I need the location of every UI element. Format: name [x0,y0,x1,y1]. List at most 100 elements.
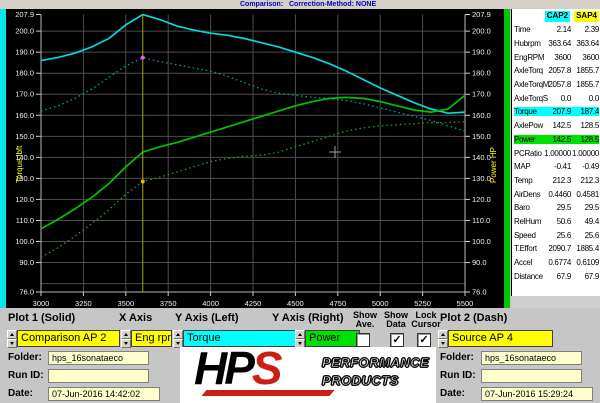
xtick-label: 4750 [329,299,346,308]
spin-up-icon[interactable] [121,330,131,339]
ytick-label: 207.9 [15,10,34,19]
comparison-label: Comparison: [240,1,284,8]
xtick-label: 3250 [75,299,92,308]
ytick-label: 140.0 [472,153,491,162]
date-field-right[interactable]: 07-Jun-2016 15:29:24 [481,387,593,401]
show-ave-label: Show Ave. [353,310,377,329]
lock-cursor-label: Lock Cursor [411,310,441,329]
ytick-label: 190.0 [15,48,34,57]
date-label-right: Date: [440,388,466,399]
ytick-label: 150.0 [15,132,34,141]
table-row: Temp 212.3 212.3 [514,175,599,185]
ytick-label: 190.0 [472,48,491,57]
date-field-left[interactable]: 07-Jun-2016 14:42:02 [48,387,160,401]
ytick-label: 76.0 [472,288,487,297]
ytick-label: 200.0 [15,27,34,36]
runid-label-right: Run ID: [440,370,476,381]
spin-down-icon[interactable] [121,339,131,348]
ytick-label: 110.0 [472,216,490,225]
xtick-label: 4250 [245,299,262,308]
dyno-plot[interactable]: 207.9 207.9 200.0 200.0 190.0 190.0 180.0 180.0… [0,9,510,308]
runid-field-right[interactable] [481,369,582,383]
table-row: MAP -0.41 -0.49 [514,162,599,172]
spin-up-icon[interactable] [295,330,305,339]
ytick-label: 120.0 [15,195,34,204]
xtick-label: 5250 [414,299,431,308]
xtick-label: 3500 [117,299,134,308]
show-data-checkbox[interactable]: ✓ [390,333,404,347]
correction-method-label: Correction-Method: NONE [289,1,377,8]
logo-line2: PRODUCTS [322,373,399,389]
yaxis-right-header: Y Axis (Right) [272,312,344,324]
dyno-app-window: Comparison: Correction-Method: NONE 207.… [0,0,600,403]
table-row: PCRatio 1.00000 1.00000 [514,148,599,158]
table-row: EngRPM 3600 3600 [514,52,599,62]
table-row: Baro 29.5 29.5 [514,203,599,213]
spin-up-icon[interactable] [438,330,448,339]
folder-field-right[interactable]: hps_16sonataeco [481,351,582,365]
plot2-header: Plot 2 (Dash) [440,312,508,324]
xtick-label: 4000 [202,299,219,308]
xtick-label: 5000 [372,299,389,308]
yaxis-left-spinner[interactable] [173,330,183,348]
xaxis-header: X Axis [119,312,153,324]
xtick-label: 5500 [457,299,474,308]
table-row: Power 142.5 128.5 [514,134,599,144]
yaxis-right-select[interactable]: Power [305,330,360,347]
table-row: Hubrpm 363.64 363.64 [514,39,599,49]
column-header-sap4: SAP4 [574,11,599,22]
table-row: RelHum 50.6 49.4 [514,216,599,226]
table-body: Time 2.14 2.39 Hubrpm 363.64 363.64 EngRPM 3600… [512,23,600,283]
right-axis-title: Power HP [489,147,498,183]
ytick-label: 110.0 [16,216,34,225]
cursor-marker [140,179,145,184]
plot1-spinner[interactable] [7,330,17,348]
left-axis-title: Torque lbft [15,145,24,183]
logo-word: HPS [194,342,283,394]
table-row: Distance 67.9 67.9 [514,271,599,281]
lock-cursor-checkbox[interactable]: ✓ [417,333,431,347]
ytick-label: 120.0 [472,195,491,204]
runid-field-left[interactable] [48,369,149,383]
table-row: Speed 25.6 25.6 [514,230,599,240]
table-row: AirDens 0.4460 0.4581 [514,189,599,199]
folder-label-right: Folder: [440,352,474,363]
yaxis-left-header: Y Axis (Left) [175,312,239,324]
spin-up-icon[interactable] [173,330,183,339]
left-accent-strip [0,9,6,308]
spin-down-icon[interactable] [7,339,17,348]
column-header-cap2: CAP2 [544,11,571,22]
table-row: Torque 207.9 187.4 [514,107,599,117]
run-data-table: CAP2 SAP4 Time 2.14 2.39 Hubrpm 363.64 363.64… [511,9,600,296]
yaxis-right-spinner[interactable] [295,330,305,348]
spin-down-icon[interactable] [438,339,448,348]
ytick-label: 90.0 [472,258,487,267]
table-header: CAP2 SAP4 [512,9,600,23]
table-row: AxleTorqM 2057.8 1855.7 [514,80,599,90]
ytick-label: 100.0 [15,237,34,246]
xaxis-select[interactable]: Eng rpm [131,330,172,347]
table-row: T.Effort 2090.7 1885.4 [514,244,599,254]
hps-logo: HPS PERFORMANCE PRODUCTS [180,342,436,403]
ytick-label: 150.0 [472,132,491,141]
right-accent-strip [504,9,510,308]
folder-field-left[interactable]: hps_16sonataeco [48,351,149,365]
plot1-select[interactable]: Comparison AP 2 [17,330,120,347]
ytick-label: 180.0 [15,69,34,78]
top-status-bar: Comparison: Correction-Method: NONE [0,0,600,9]
plot2-spinner[interactable] [438,330,448,348]
show-ave-checkbox[interactable] [356,333,370,347]
ytick-label: 207.9 [472,10,491,19]
ytick-label: 170.0 [472,90,491,99]
xtick-label: 3750 [160,299,177,308]
ytick-label: 90.0 [19,258,34,267]
ytick-label: 160.0 [15,111,34,120]
logo-line1: PERFORMANCE [321,355,430,371]
show-data-label: Show Data [384,310,408,329]
ytick-label: 76.0 [19,288,34,297]
spin-up-icon[interactable] [7,330,17,339]
xtick-label: 3000 [33,299,50,308]
table-row: AxlePow 142.5 128.5 [514,121,599,131]
plot2-select[interactable]: Source AP 4 [448,330,553,347]
xaxis-spinner[interactable] [121,330,131,348]
